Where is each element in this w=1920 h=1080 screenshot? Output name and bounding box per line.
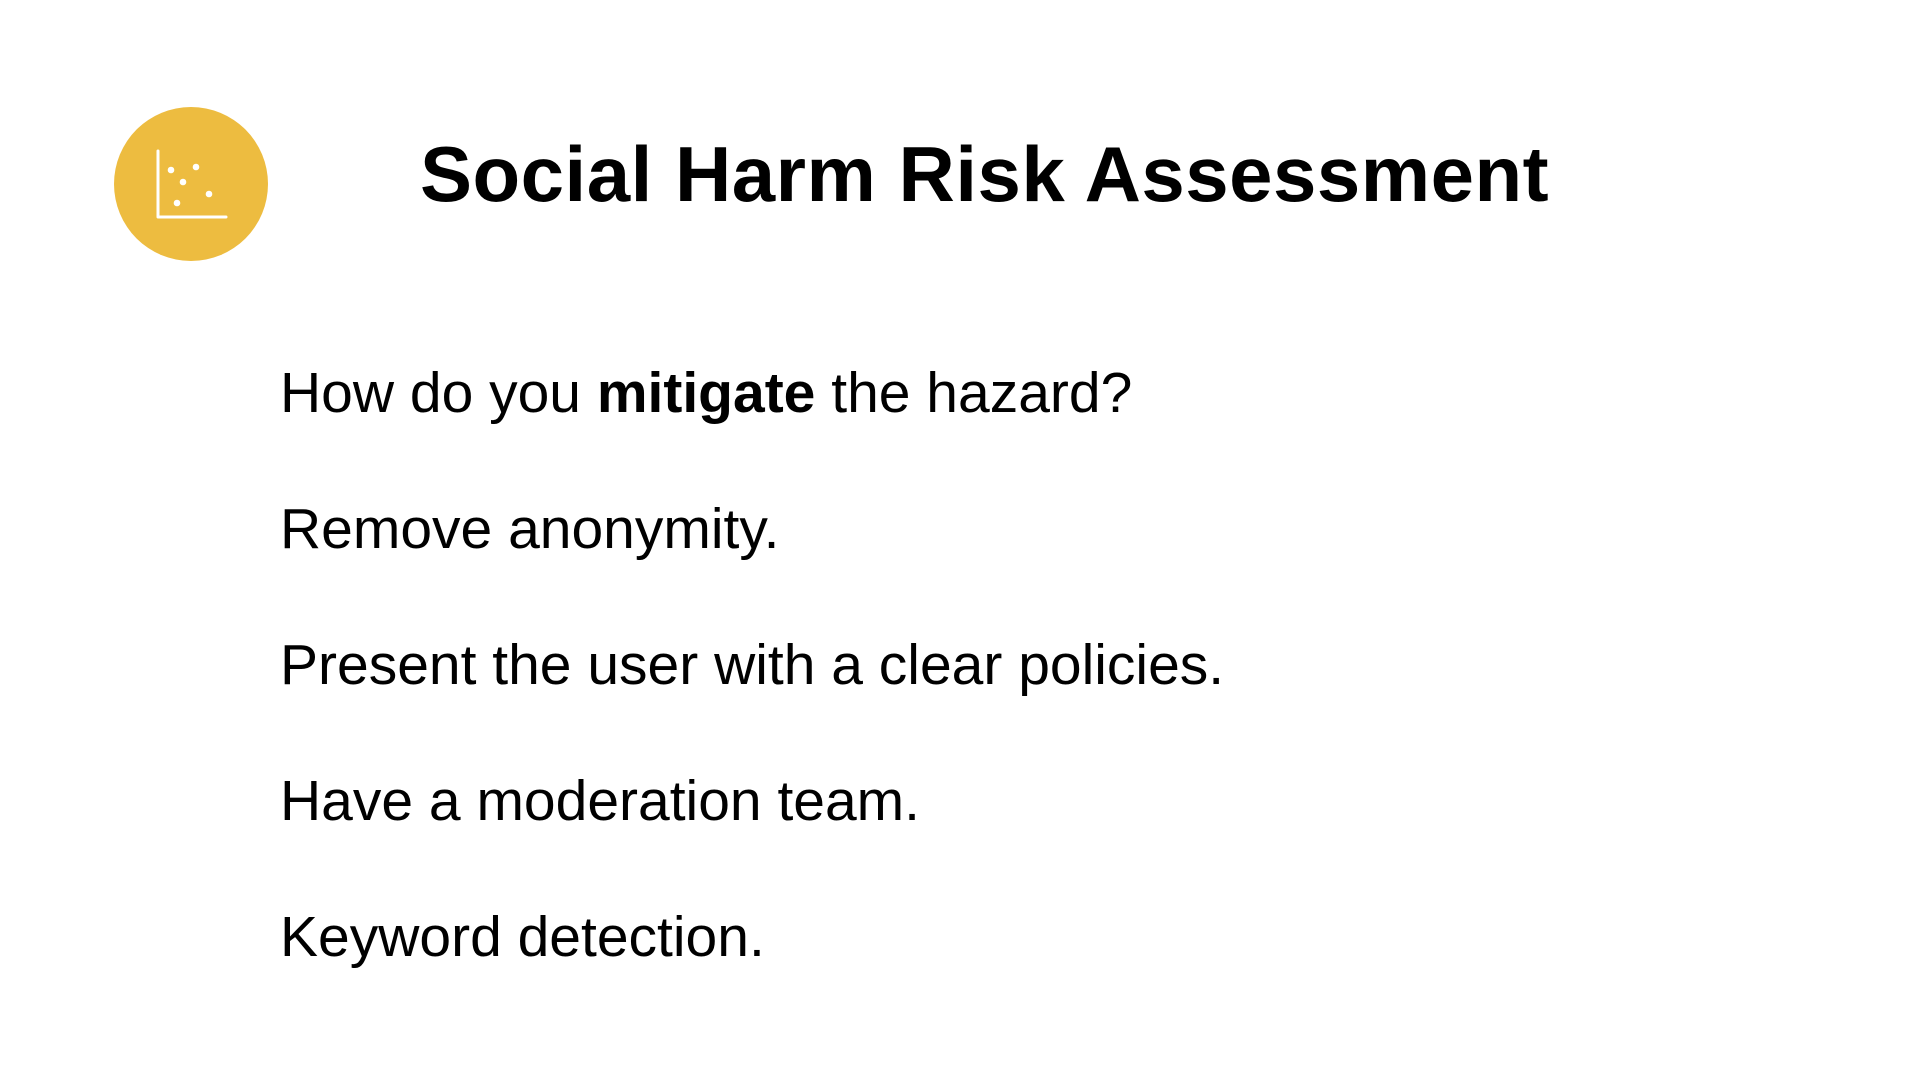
slide: Social Harm Risk Assessment How do you m… (0, 0, 1920, 1080)
mitigation-item: Have a moderation team. (280, 769, 920, 833)
logo-badge (114, 107, 268, 261)
scatter-plot-icon (156, 149, 228, 219)
mitigation-question: How do you mitigate the hazard? (280, 360, 1224, 426)
slide-body: How do you mitigate the hazard? Remove a… (280, 360, 1224, 970)
question-prefix: How do you (280, 361, 597, 425)
question-suffix: the hazard? (815, 361, 1133, 425)
mitigation-item: Remove anonymity. (280, 497, 780, 561)
mitigation-item: Keyword detection. (280, 905, 765, 969)
question-emphasis: mitigate (596, 361, 816, 425)
slide-title: Social Harm Risk Assessment (420, 130, 1550, 218)
mitigation-item: Present the user with a clear policies. (280, 633, 1225, 697)
